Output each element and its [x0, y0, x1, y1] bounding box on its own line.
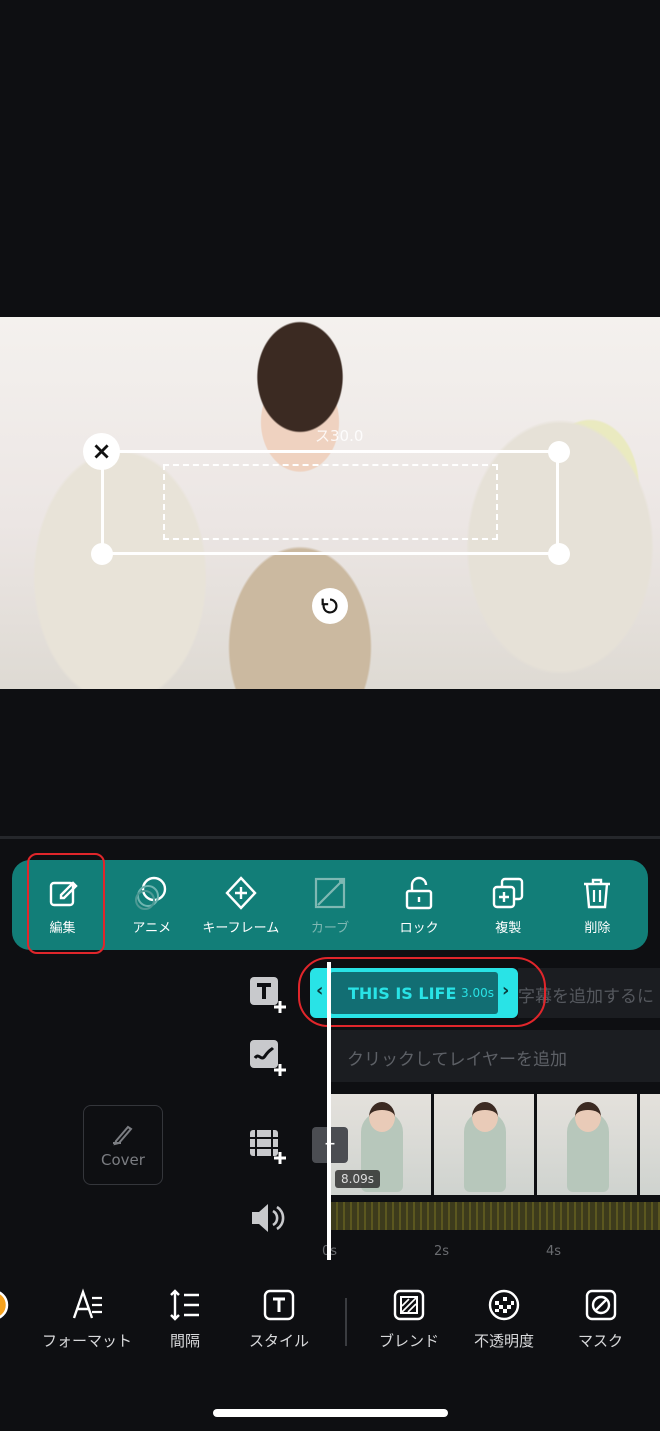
close-icon[interactable]: × — [83, 433, 120, 470]
duplicate-label: 複製 — [495, 920, 522, 936]
add-layer-track-icon[interactable] — [248, 1038, 288, 1078]
style-label: スタイル — [249, 1332, 310, 1350]
cover-label: Cover — [101, 1151, 145, 1169]
color-button[interactable]: ー — [0, 1288, 10, 1351]
curve-button[interactable]: カーブ — [288, 875, 372, 936]
edit-button-highlight — [27, 853, 105, 954]
curve-icon — [314, 877, 346, 908]
format-button[interactable]: フォーマット — [42, 1288, 132, 1351]
resize-handle-top-right[interactable] — [548, 441, 570, 463]
tick-label: 2s — [434, 1244, 450, 1259]
opacity-label: 不透明度 — [474, 1332, 535, 1350]
spacing-label: 間隔 — [169, 1332, 200, 1350]
text-tools-bar: ー フォーマット 間隔 スタイル ブレンド 不透明度 マスク — [0, 1288, 660, 1358]
blend-button[interactable]: ブレンド — [379, 1288, 439, 1351]
color-label: ー — [0, 1330, 1, 1351]
playhead[interactable] — [327, 962, 331, 1260]
home-indicator — [213, 1409, 448, 1417]
tick-label: 4s — [546, 1244, 562, 1259]
add-text-track-icon[interactable] — [248, 975, 288, 1015]
video-track[interactable] — [331, 1094, 660, 1195]
blend-label: ブレンド — [379, 1332, 440, 1350]
style-button[interactable]: スタイル — [249, 1288, 309, 1351]
cover-button[interactable]: Cover — [83, 1105, 163, 1185]
layer-track[interactable]: クリックしてレイヤーを追加 — [331, 1030, 660, 1082]
pen-icon — [113, 1125, 133, 1146]
timeline-divider — [0, 836, 660, 839]
delete-icon — [584, 878, 611, 908]
video-frame — [434, 1094, 534, 1195]
opacity-icon — [488, 1289, 520, 1321]
animation-label: アニメ — [132, 920, 172, 936]
resize-handle-bottom-left[interactable] — [91, 543, 113, 565]
audio-track-icon[interactable] — [248, 1198, 288, 1238]
rotate-icon[interactable] — [312, 588, 348, 624]
delete-label: 削除 — [584, 920, 611, 936]
lock-button[interactable]: ロック — [377, 875, 461, 936]
mask-button[interactable]: マスク — [578, 1288, 623, 1351]
duplicate-icon — [493, 877, 524, 908]
delete-button[interactable]: 削除 — [555, 875, 639, 936]
spacing-icon — [170, 1289, 199, 1321]
format-label: フォーマット — [42, 1332, 133, 1350]
lock-icon — [405, 876, 433, 909]
opacity-button[interactable]: 不透明度 — [474, 1288, 534, 1351]
format-icon — [72, 1288, 102, 1319]
keyframe-label: キーフレーム — [202, 920, 280, 936]
resize-handle-bottom-right[interactable] — [548, 543, 570, 565]
curve-label: カーブ — [310, 920, 350, 936]
animation-icon — [134, 876, 166, 910]
keyframe-button[interactable]: キーフレーム — [199, 875, 283, 936]
video-editor-screen: ス30.0 × 編集 アニメ キーフレーム カーブ ロック 複製 削除 Cove… — [0, 0, 660, 1431]
clip-toolbar: 編集 アニメ キーフレーム カーブ ロック 複製 削除 — [12, 860, 648, 950]
mask-icon — [585, 1289, 616, 1321]
video-duration: 8.09s — [335, 1170, 380, 1188]
spacing-button[interactable]: 間隔 — [168, 1288, 202, 1351]
audio-waveform[interactable] — [331, 1202, 660, 1230]
animation-button[interactable]: アニメ — [110, 875, 194, 936]
video-frame — [537, 1094, 637, 1195]
keyframe-icon — [225, 875, 257, 910]
color-icon — [0, 1291, 9, 1319]
blend-icon — [393, 1289, 425, 1321]
lock-label: ロック — [399, 920, 439, 936]
text-clip-highlight — [298, 957, 546, 1027]
layer-hint: クリックしてレイヤーを追加 — [347, 1050, 567, 1070]
text-selection-box[interactable] — [101, 450, 559, 555]
video-frame — [640, 1094, 660, 1195]
duplicate-button[interactable]: 複製 — [466, 875, 550, 936]
toolbar-separator — [345, 1298, 347, 1346]
overlay-text: ス30.0 — [315, 427, 364, 445]
style-icon — [263, 1289, 295, 1321]
mask-label: マスク — [578, 1332, 624, 1350]
video-preview[interactable]: ス30.0 × — [0, 317, 660, 689]
add-video-track-icon[interactable] — [248, 1126, 288, 1166]
